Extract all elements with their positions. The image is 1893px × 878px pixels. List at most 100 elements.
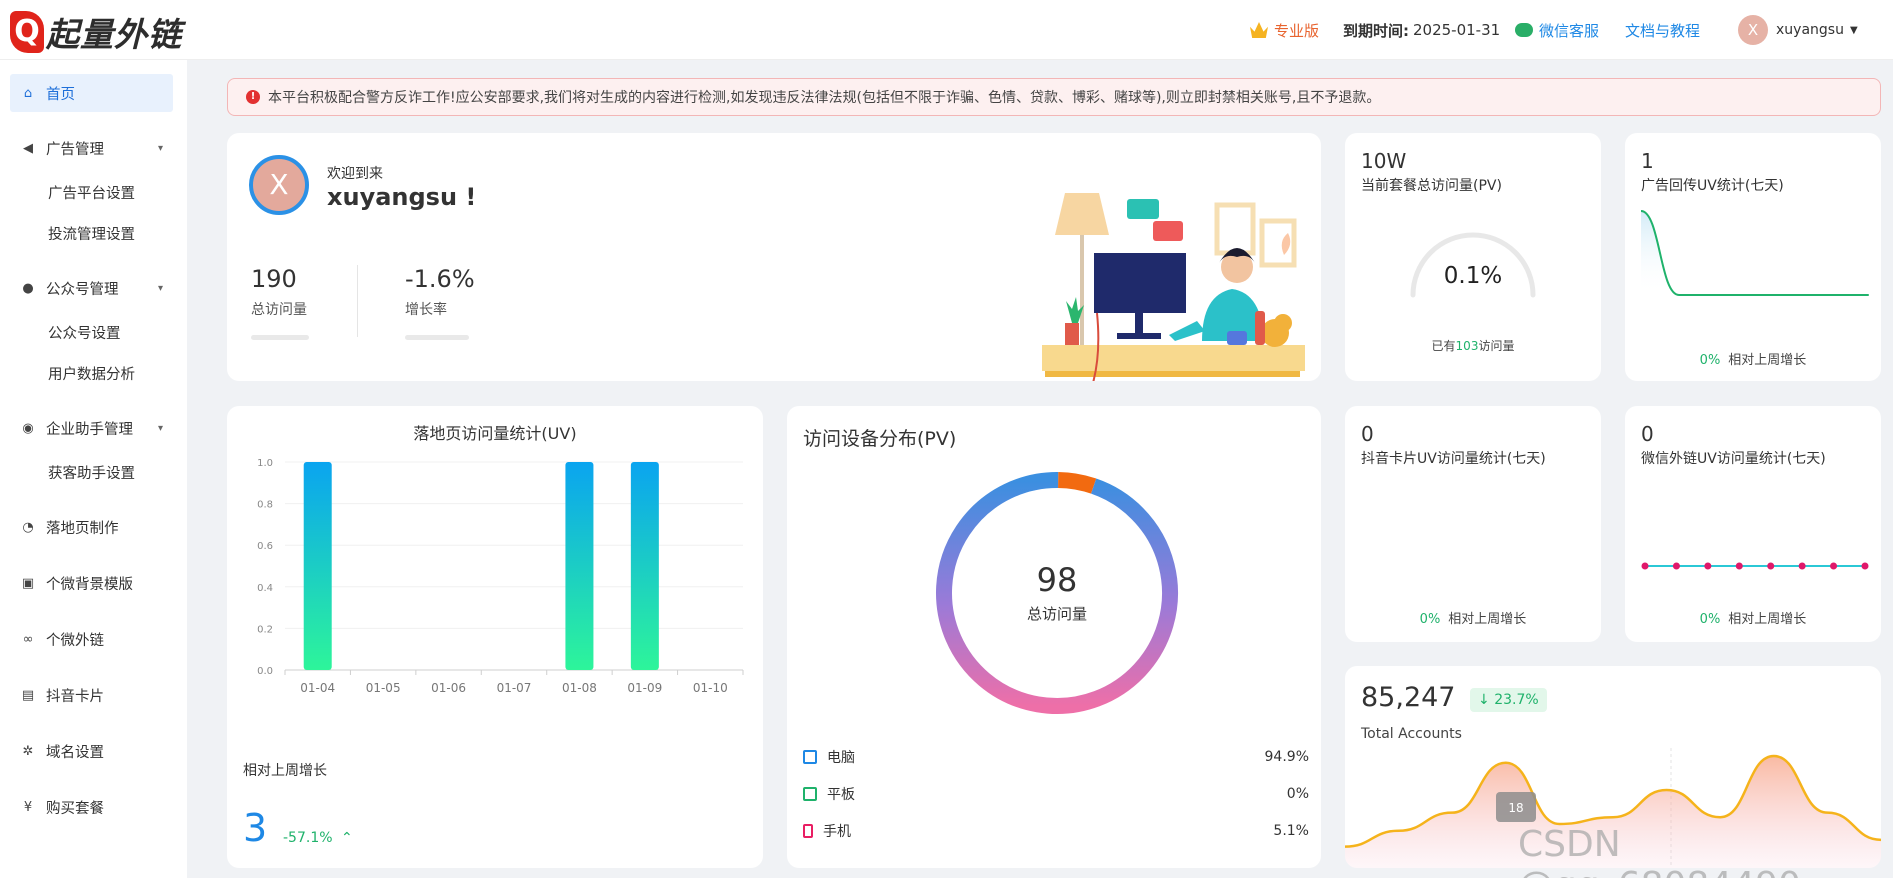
sidebar-item-label: 企业助手管理 (46, 421, 133, 438)
bar[interactable] (565, 462, 594, 670)
x-tick-label: 01-06 (431, 681, 466, 695)
sidebar-item-landing[interactable]: ◔ 落地页制作 (10, 508, 173, 546)
device-name: 平板 (827, 787, 855, 803)
username: xuyangsu (1776, 22, 1844, 38)
sidebar-item-label: 个微外链 (46, 632, 104, 649)
device-name: 电脑 (827, 750, 855, 766)
sidebar-item-label: 个微背景模版 (46, 576, 133, 593)
wx-uv-point[interactable] (1830, 562, 1838, 570)
chevron-down-icon: ▾ (157, 142, 163, 154)
x-tick-label: 01-07 (497, 681, 532, 695)
bar[interactable] (630, 462, 659, 670)
sidebar-item-flow-mgmt[interactable]: 投流管理设置 (48, 214, 135, 252)
sidebar-item-douyin-card[interactable]: ▤ 抖音卡片 (10, 676, 173, 714)
x-tick-label: 01-04 (300, 681, 335, 695)
sidebar-item-ad-mgmt[interactable]: ◀ 广告管理 ▾ (10, 129, 173, 167)
douyin-uv-card: 0 抖音卡片UV访问量统计(七天) 0% 相对上周增长 (1345, 406, 1601, 642)
landing-chart-title: 落地页访问量统计(UV) (413, 424, 577, 443)
ad-uv-value: 1 (1641, 149, 1654, 173)
sidebar-item-assistant-mgmt[interactable]: ◉ 企业助手管理 ▾ (10, 409, 173, 447)
pv-card-label: 当前套餐总访问量(PV) (1361, 178, 1502, 194)
x-tick-label: 01-10 (693, 681, 728, 695)
wechat-icon (1515, 23, 1533, 37)
sidebar-item-oa-settings[interactable]: 公众号设置 (48, 313, 121, 351)
expiry-label: 到期时间: (1343, 21, 1409, 40)
visits-progress-bar (251, 335, 309, 340)
pv-gauge-value: 0.1% (1444, 263, 1502, 289)
docs-link[interactable]: 文档与教程 (1625, 0, 1700, 60)
plan-badge[interactable]: 专业版 (1250, 0, 1319, 60)
alert-text: 本平台积极配合警方反诈工作!应公安部要求,我们将对生成的内容进行检测,如发现违反… (268, 90, 1381, 106)
pv-gauge: 0.1% (1410, 232, 1536, 298)
sidebar-item-home[interactable]: ⌂ 首页 (10, 74, 173, 112)
donut-center-value: 98 (1037, 561, 1078, 599)
welcome-illustration (1042, 193, 1305, 381)
pv-foot-suffix: 访问量 (1478, 339, 1515, 353)
wx-uv-point[interactable] (1861, 562, 1869, 570)
user-menu[interactable]: X xuyangsu ▼ (1738, 0, 1858, 60)
douyin-uv-growth: 0% (1419, 612, 1441, 627)
logo[interactable]: Q 起量外链 (10, 8, 182, 56)
tooltip-value: 18 (1508, 801, 1523, 815)
device-pct: 5.1% (1273, 823, 1309, 839)
monitor-icon (803, 750, 817, 764)
douyin-uv-label: 抖音卡片UV访问量统计(七天) (1361, 451, 1546, 467)
sidebar-item-label: 首页 (46, 86, 75, 103)
ad-uv-growth-label: 相对上周增长 (1728, 353, 1807, 368)
device-donut-chart: 98 总访问量 (936, 472, 1178, 714)
mobile-icon (803, 824, 813, 838)
growth-progress-bar (405, 335, 469, 340)
donut-center-label: 总访问量 (1027, 605, 1087, 623)
users-icon: ◉ (22, 420, 34, 436)
landing-uv-panel: 落地页访问量统计(UV) 0.0 0.2 0.4 0.6 0.8 1.0 01-04 01-0… (227, 406, 763, 868)
wx-uv-point[interactable] (1767, 562, 1775, 570)
y-tick-label: 0.6 (257, 541, 273, 552)
sidebar-item-lead-settings[interactable]: 获客助手设置 (48, 453, 135, 491)
total-visits-label: 总访问量 (251, 302, 307, 318)
x-tick-label: 01-05 (366, 681, 401, 695)
douyin-uv-foot: 0% 相对上周增长 (1345, 608, 1601, 627)
plan-label: 专业版 (1274, 21, 1320, 40)
welcome-card: X 欢迎到来 xuyangsu ! 190 总访问量 -1.6% 增长率 (227, 133, 1321, 381)
chevron-down-icon: ▾ (157, 422, 163, 434)
wx-uv-point[interactable] (1798, 562, 1806, 570)
sidebar-item-wx-link[interactable]: ∞ 个微外链 (10, 620, 173, 658)
megaphone-icon: ◀ (23, 140, 33, 156)
sidebar-item-ad-platform[interactable]: 广告平台设置 (48, 173, 135, 211)
sidebar-item-domain[interactable]: ✲ 域名设置 (10, 732, 173, 770)
y-tick-label: 0.0 (257, 666, 273, 677)
wx-uv-point[interactable] (1641, 562, 1649, 570)
ad-uv-label: 广告回传UV统计(七天) (1641, 178, 1784, 194)
image-icon: ▣ (21, 575, 35, 591)
warning-alert: ! 本平台积极配合警方反诈工作!应公安部要求,我们将对生成的内容进行检测,如发现… (227, 78, 1881, 116)
sidebar-item-bg-template[interactable]: ▣ 个微背景模版 (10, 564, 173, 602)
sidebar-item-label: 域名设置 (46, 744, 104, 761)
sidebar-item-label: 购买套餐 (46, 800, 104, 817)
alert-icon: ! (246, 90, 260, 104)
wx-uv-point[interactable] (1704, 562, 1712, 570)
ad-uv-foot: 0% 相对上周增长 (1625, 349, 1881, 368)
growth-rate-label: 增长率 (405, 302, 447, 318)
watermark: CSDN @qq_68084490 (1518, 824, 1801, 878)
ad-uv-line (1641, 210, 1869, 296)
chevron-down-icon: ▾ (157, 282, 163, 294)
wx-uv-point[interactable] (1735, 562, 1743, 570)
yen-icon: ¥ (23, 799, 33, 815)
sidebar-item-oa-mgmt[interactable]: ● 公众号管理 ▾ (10, 269, 173, 307)
id-card-icon: ▤ (21, 687, 35, 703)
caret-down-icon: ▼ (1849, 24, 1858, 36)
landing-delta-value: -57.1% (283, 830, 333, 846)
welcome-greeting: 欢迎到来 (327, 166, 383, 182)
sidebar-item-user-analysis[interactable]: 用户数据分析 (48, 354, 135, 392)
chat-icon: ● (22, 280, 34, 296)
sidebar-item-label: 落地页制作 (46, 520, 119, 537)
device-row-tablet: 平板 0% (803, 784, 1309, 804)
wx-uv-point[interactable] (1672, 562, 1680, 570)
bar[interactable] (303, 462, 332, 670)
pv-foot-num: 103 (1455, 339, 1479, 353)
landing-big-number: 3 (243, 806, 268, 850)
sidebar-item-buy[interactable]: ¥ 购买套餐 (10, 788, 173, 826)
pv-card-value: 10W (1361, 149, 1407, 173)
donut-slice-手机[interactable] (1057, 472, 1097, 494)
wechat-service-link[interactable]: 微信客服 (1515, 0, 1599, 60)
